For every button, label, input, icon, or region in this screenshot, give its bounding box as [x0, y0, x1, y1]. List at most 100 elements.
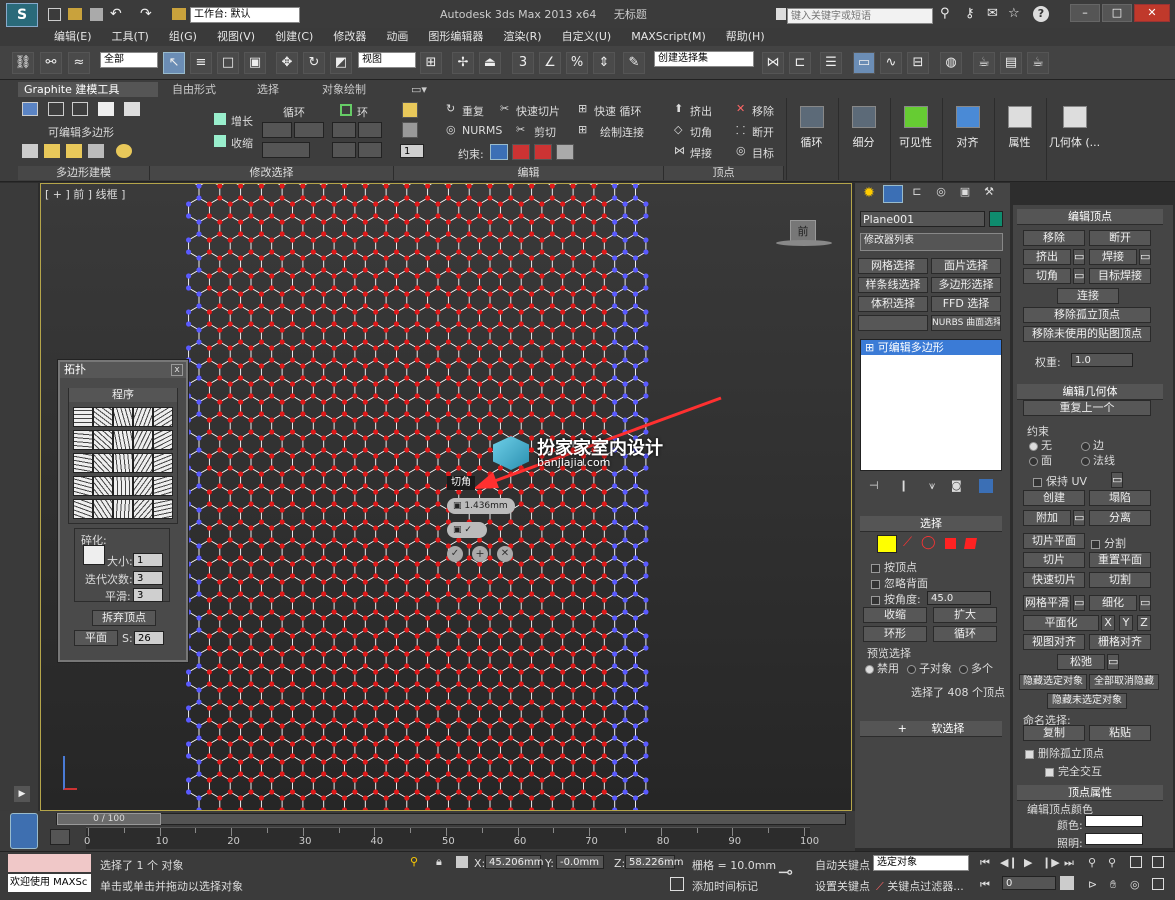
- menu-modifiers[interactable]: 修改器: [323, 28, 376, 46]
- constraint-edge-radio[interactable]: 边: [1081, 437, 1104, 453]
- close-button[interactable]: ✕: [1134, 4, 1170, 22]
- vertex-properties-header[interactable]: 顶点属性: [1017, 785, 1163, 801]
- rect-selection-icon[interactable]: □: [217, 52, 239, 74]
- tab-object-paint[interactable]: 对象绘制: [316, 82, 372, 97]
- quickslice-button[interactable]: 快速切片: [1023, 572, 1085, 588]
- material-editor-icon[interactable]: ◍: [940, 52, 962, 74]
- soft-selection-rollout-header[interactable]: + 软选择: [860, 721, 1002, 737]
- plane-button[interactable]: 平面: [74, 630, 118, 646]
- paste-button[interactable]: 粘贴: [1089, 725, 1151, 741]
- workspace-dropdown[interactable]: 工作台: 默认: [190, 7, 300, 23]
- lock-selection-icon[interactable]: 🔒︎: [436, 855, 442, 869]
- panel-footer-vertices[interactable]: 顶点: [664, 166, 784, 180]
- repeat-icon[interactable]: ↻: [446, 102, 455, 115]
- menu-views[interactable]: 视图(V): [207, 28, 265, 46]
- topology-pattern-5[interactable]: [153, 407, 173, 427]
- visibility-panel-button[interactable]: 可见性: [890, 98, 940, 180]
- snaps-toggle-icon[interactable]: 3: [512, 52, 534, 74]
- tab-selection[interactable]: 选择: [251, 82, 285, 97]
- quickloop-icon[interactable]: ⊞: [578, 102, 587, 115]
- poly-tool-icon-2[interactable]: [44, 144, 60, 158]
- cut-icon[interactable]: ✂: [516, 123, 525, 136]
- keyboard-shortcut-icon[interactable]: ⏏: [479, 52, 501, 74]
- discard-vertices-button[interactable]: 拆弃顶点: [92, 610, 156, 626]
- detach-button[interactable]: 分离: [1089, 510, 1151, 526]
- volume-select-button[interactable]: 体积选择: [858, 296, 928, 312]
- remove-label[interactable]: 移除: [752, 103, 774, 119]
- object-color-swatch[interactable]: [989, 211, 1003, 227]
- ring-button-1[interactable]: [332, 122, 356, 138]
- border-mode-icon[interactable]: [72, 102, 88, 116]
- nurms-label[interactable]: NURMS: [462, 124, 502, 137]
- loop-label[interactable]: 循环: [283, 104, 305, 120]
- by-angle-checkbox[interactable]: 按角度:: [871, 591, 921, 607]
- constraint-face-icon[interactable]: [534, 144, 552, 160]
- none-radio-dot[interactable]: [1029, 441, 1038, 451]
- open-file-icon[interactable]: [68, 8, 82, 20]
- chamfer-settings-button[interactable]: ▭: [1073, 268, 1085, 284]
- hierarchy-tab-icon[interactable]: ⊏: [907, 185, 927, 203]
- face-radio-dot[interactable]: [1029, 456, 1038, 466]
- shrink-icon[interactable]: [214, 135, 226, 147]
- full-interactivity-checkbox[interactable]: 完全交互: [1045, 763, 1102, 779]
- x-coordinate-field[interactable]: 45.206mm: [485, 855, 543, 869]
- menu-tools[interactable]: 工具(T): [102, 28, 159, 46]
- topology-close-button[interactable]: x: [171, 364, 183, 376]
- key-mode-dropdown[interactable]: 选定对象: [873, 855, 969, 871]
- viewcube[interactable]: 前: [776, 220, 832, 250]
- patch-select-button[interactable]: 面片选择: [931, 258, 1001, 274]
- unhide-all-button[interactable]: 全部取消隐藏: [1089, 674, 1159, 690]
- preserve-uv-checkbox[interactable]: 保持 UV: [1033, 473, 1087, 489]
- topology-pattern-17[interactable]: [93, 476, 113, 496]
- remove-isolated-button[interactable]: 移除孤立顶点: [1023, 307, 1151, 323]
- constraint-edge-icon[interactable]: [512, 144, 530, 160]
- tessellate-button[interactable]: 细化: [1089, 595, 1137, 611]
- chamfer-label[interactable]: 切角: [690, 124, 712, 140]
- constraint-none-radio[interactable]: 无: [1029, 437, 1052, 453]
- normal-radio-dot[interactable]: [1081, 456, 1090, 466]
- slice-plane-button[interactable]: 切片平面: [1023, 533, 1085, 549]
- move-icon[interactable]: ✥: [276, 52, 298, 74]
- properties-panel-button[interactable]: 属性: [994, 98, 1044, 180]
- target-icon[interactable]: ◎: [736, 144, 746, 157]
- utilities-tab-icon[interactable]: ⚒: [979, 185, 999, 203]
- attach-button[interactable]: 附加: [1023, 510, 1071, 526]
- ring-button[interactable]: 环形: [863, 626, 927, 642]
- minimize-button[interactable]: –: [1070, 4, 1100, 22]
- loops-panel-button[interactable]: 循环: [786, 98, 836, 180]
- collapse-search-icon[interactable]: [776, 8, 786, 20]
- panel-footer-modify-selection[interactable]: 修改选择: [150, 166, 394, 180]
- split-box[interactable]: [1091, 539, 1100, 549]
- vertex-illum-swatch[interactable]: [1085, 833, 1143, 845]
- align-icon[interactable]: ⊏: [789, 52, 811, 74]
- display-tab-icon[interactable]: ▣: [955, 185, 975, 203]
- rendered-frame-icon[interactable]: ▤: [1000, 52, 1022, 74]
- communication-icon[interactable]: ✉: [987, 6, 998, 21]
- menu-graph-editors[interactable]: 图形编辑器: [418, 28, 493, 46]
- scale-icon[interactable]: ◩: [330, 52, 352, 74]
- unlink-icon[interactable]: ⚯: [40, 52, 62, 74]
- weight-spinner[interactable]: 1.0: [1071, 353, 1133, 367]
- time-slider[interactable]: 0 / 100: [56, 813, 846, 825]
- disabled-radio-dot[interactable]: [865, 664, 874, 674]
- topology-pattern-8[interactable]: [113, 430, 133, 450]
- vertex-level-icon[interactable]: [877, 535, 897, 553]
- viewcube-ring[interactable]: [776, 240, 832, 246]
- break-icon[interactable]: ⸬: [736, 123, 745, 138]
- caddy-apply-icon[interactable]: +: [472, 546, 488, 562]
- schematic-view-icon[interactable]: ⊟: [907, 52, 929, 74]
- modify-tab-icon[interactable]: [883, 185, 903, 203]
- topology-pattern-24[interactable]: [133, 499, 153, 519]
- absolute-mode-icon[interactable]: [456, 856, 468, 868]
- ribbon-options-icon[interactable]: ▭▾: [405, 82, 433, 97]
- zoom-extents-icon[interactable]: [1130, 856, 1142, 868]
- view-align-button[interactable]: 视图对齐: [1023, 634, 1085, 650]
- topology-pattern-1[interactable]: [73, 407, 93, 427]
- size-spinner[interactable]: 1: [133, 553, 163, 567]
- link-icon[interactable]: ⛓: [12, 52, 34, 74]
- weld-settings-button[interactable]: ▭: [1139, 249, 1151, 265]
- iterations-spinner[interactable]: 3: [133, 571, 163, 585]
- auto-key-button[interactable]: 自动关键点: [815, 857, 870, 873]
- topology-pattern-13[interactable]: [113, 453, 133, 473]
- topology-pattern-9[interactable]: [133, 430, 153, 450]
